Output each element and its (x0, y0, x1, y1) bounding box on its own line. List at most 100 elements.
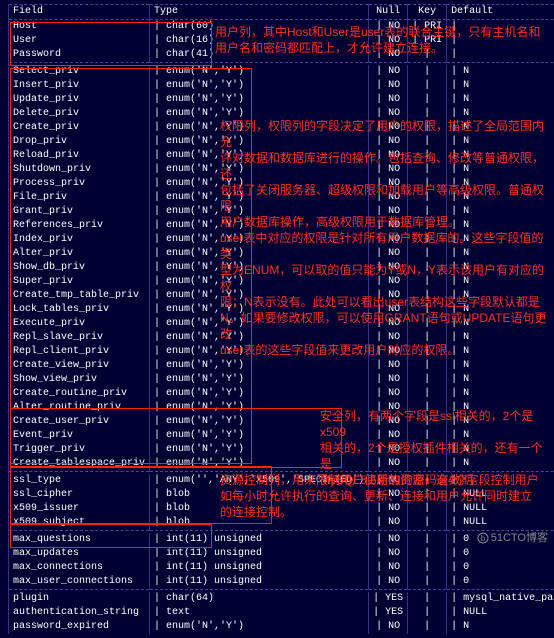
mysql-user-table: Field Type Null Key Default Extra Host| … (8, 4, 554, 634)
cell-null: | NO (369, 303, 408, 317)
cell-null: | NO (369, 163, 408, 177)
cell-def: | N (447, 457, 554, 472)
cell-null: | NO (369, 135, 408, 149)
cell-key: | (408, 474, 447, 488)
table-row: Repl_slave_priv| enum('N','Y')| NO| | N| (9, 331, 554, 345)
cell-field: References_priv (9, 219, 150, 233)
cell-null: | NO (369, 373, 408, 387)
cell-key: | (408, 387, 447, 401)
cell-key: | (408, 516, 447, 531)
cell-key: | (408, 359, 447, 373)
cell-def: | (447, 48, 554, 63)
cell-field: Reload_priv (9, 149, 150, 163)
cell-def: | N (447, 149, 554, 163)
cell-def: | N (447, 261, 554, 275)
cell-key: | (408, 620, 447, 634)
cell-field: File_priv (9, 191, 150, 205)
cell-null: | NO (369, 516, 408, 531)
table-row: Create_routine_priv| enum('N','Y')| NO| … (9, 387, 554, 401)
table-row: Alter_priv| enum('N','Y')| NO| | N| (9, 247, 554, 261)
cell-null: | YES (369, 606, 408, 620)
cell-def: | (447, 474, 554, 488)
hdr-null: Null (369, 5, 408, 20)
cell-null: | NO (369, 345, 408, 359)
cell-type: | enum('N','Y') (150, 275, 369, 289)
cell-def: | N (447, 233, 554, 247)
cell-null: | NO (369, 48, 408, 63)
cell-key: | (408, 79, 447, 93)
cell-field: Password (9, 48, 150, 63)
table-row: Repl_client_priv| enum('N','Y')| NO| | N… (9, 345, 554, 359)
cell-field: password_expired (9, 620, 150, 634)
cell-type: | enum('N','Y') (150, 261, 369, 275)
table-row: Select_priv| enum('N','Y')| NO| | N| (9, 65, 554, 79)
cell-type: | blob (150, 488, 369, 502)
cell-key: | (408, 261, 447, 275)
cell-field: Super_priv (9, 275, 150, 289)
cell-key: | (408, 303, 447, 317)
cell-null: | NO (369, 533, 408, 547)
cell-null: | NO (369, 233, 408, 247)
cell-field: max_user_connections (9, 575, 150, 590)
cell-key: | (408, 317, 447, 331)
cell-null: | NO (369, 474, 408, 488)
cell-key: | (408, 177, 447, 191)
cell-type: | enum('N','Y') (150, 107, 369, 121)
cell-key: | (408, 547, 447, 561)
cell-def: | NULL (447, 502, 554, 516)
table-row: Drop_priv| enum('N','Y')| NO| | N| (9, 135, 554, 149)
table-row: plugin| char(64)| YES| | mysql_native_pa… (9, 592, 554, 606)
cell-def: | 0 (447, 547, 554, 561)
cell-key: | (408, 533, 447, 547)
cell-key: | (408, 121, 447, 135)
cell-field: User (9, 34, 150, 48)
cell-null: | NO (369, 177, 408, 191)
cell-key: | (408, 135, 447, 149)
table-row: Host| char(60)| NO| PRI| | (9, 20, 554, 35)
cell-field: Insert_priv (9, 79, 150, 93)
cell-null: | NO (369, 79, 408, 93)
table-row: Shutdown_priv| enum('N','Y')| NO| | N| (9, 163, 554, 177)
hdr-def: Default (447, 5, 554, 20)
cell-null: | YES (369, 592, 408, 606)
cell-field: Process_priv (9, 177, 150, 191)
cell-type: | enum('N','Y') (150, 317, 369, 331)
cell-def: | N (447, 620, 554, 634)
svg-text:b: b (481, 534, 486, 543)
cell-def: | N (447, 191, 554, 205)
cell-null: | NO (369, 620, 408, 634)
table-row: Execute_priv| enum('N','Y')| NO| | N| (9, 317, 554, 331)
cell-key: | (408, 107, 447, 121)
table-row: File_priv| enum('N','Y')| NO| | N| (9, 191, 554, 205)
cell-def: | 0 (447, 575, 554, 590)
cell-type: | enum('N','Y') (150, 79, 369, 93)
cell-def: | N (447, 275, 554, 289)
cell-def: | mysql_native_password (447, 592, 554, 606)
cell-field: ssl_type (9, 474, 150, 488)
cell-field: plugin (9, 592, 150, 606)
table-row: Password| char(41)| NO| | | (9, 48, 554, 63)
cell-key: | (408, 163, 447, 177)
table-row: x509_issuer| blob| NO| | NULL| (9, 502, 554, 516)
cell-type: | int(11) unsigned (150, 547, 369, 561)
cell-type: | enum('N','Y') (150, 429, 369, 443)
cell-def: | N (447, 289, 554, 303)
cell-key: | (408, 93, 447, 107)
cell-def: | N (447, 387, 554, 401)
cell-type: | int(11) unsigned (150, 561, 369, 575)
hdr-key: Key (408, 5, 447, 20)
cell-null: | NO (369, 65, 408, 79)
cell-def: | N (447, 65, 554, 79)
table-row: Lock_tables_priv| enum('N','Y')| NO| | N… (9, 303, 554, 317)
cell-null: | NO (369, 275, 408, 289)
watermark: b51CTO博客 (477, 529, 548, 545)
cell-field: Select_priv (9, 65, 150, 79)
cell-field: Host (9, 20, 150, 35)
cell-key: | (408, 401, 447, 415)
hdr-field: Field (9, 5, 150, 20)
cell-type: | text (150, 606, 369, 620)
cell-type: | enum('N','Y') (150, 219, 369, 233)
cell-field: Execute_priv (9, 317, 150, 331)
cell-type: | enum('N','Y') (150, 247, 369, 261)
cell-key: | (408, 592, 447, 606)
